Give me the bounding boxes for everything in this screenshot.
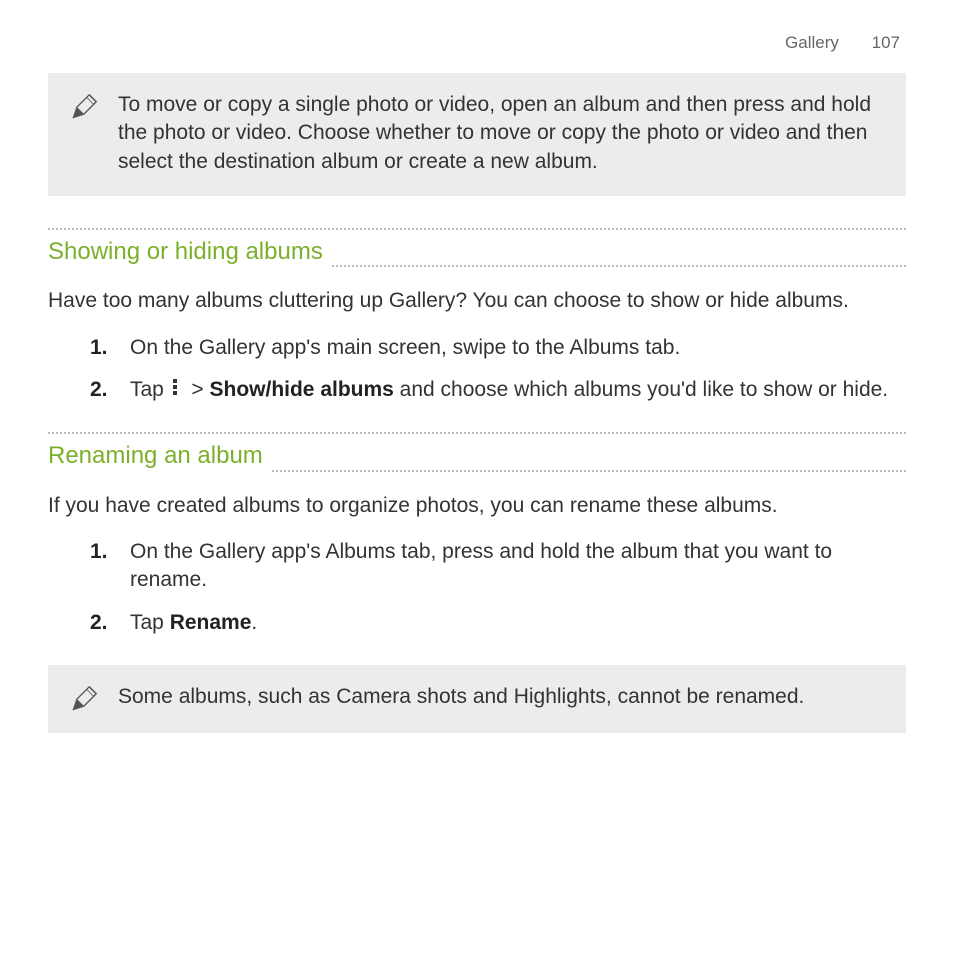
header-page-number: 107	[872, 33, 900, 52]
note-text: To move or copy a single photo or video,…	[118, 91, 884, 176]
section-renaming: Renaming an album	[48, 432, 906, 477]
section2-steps: 1. On the Gallery app's Albums tab, pres…	[48, 538, 906, 637]
section1-intro: Have too many albums cluttering up Galle…	[48, 287, 906, 315]
list-item: 2. Tap Rename.	[90, 609, 906, 637]
list-item: 1. On the Gallery app's main screen, swi…	[90, 334, 906, 362]
pencil-icon	[70, 93, 98, 121]
section-title: Showing or hiding albums	[48, 230, 331, 273]
header-section: Gallery	[785, 33, 839, 52]
step-number: 1.	[90, 334, 108, 362]
note-box-rename-limit: Some albums, such as Camera shots and Hi…	[48, 665, 906, 733]
step-text-pre: Tap	[130, 378, 170, 401]
step-text-post: and choose which albums you'd like to sh…	[394, 378, 888, 401]
step-text-bold: Show/hide albums	[209, 378, 393, 401]
step-number: 2.	[90, 609, 108, 637]
step-number: 2.	[90, 376, 108, 404]
pencil-icon	[70, 685, 98, 713]
step-text: On the Gallery app's Albums tab, press a…	[130, 540, 832, 591]
list-item: 1. On the Gallery app's Albums tab, pres…	[90, 538, 906, 595]
step-text: On the Gallery app's main screen, swipe …	[130, 336, 680, 359]
section-title: Renaming an album	[48, 434, 271, 477]
step-text-post: .	[251, 611, 257, 634]
page-header: Gallery 107	[48, 32, 906, 55]
section2-intro: If you have created albums to organize p…	[48, 492, 906, 520]
overflow-menu-icon	[170, 377, 180, 397]
note-text: Some albums, such as Camera shots and Hi…	[118, 683, 884, 713]
section1-steps: 1. On the Gallery app's main screen, swi…	[48, 334, 906, 405]
step-text-bold: Rename	[170, 611, 252, 634]
section-showing-hiding: Showing or hiding albums	[48, 228, 906, 273]
note-box-move-copy: To move or copy a single photo or video,…	[48, 73, 906, 196]
list-item: 2. Tap > Show/hide albums and choose whi…	[90, 376, 906, 404]
step-number: 1.	[90, 538, 108, 566]
step-text-pre: Tap	[130, 611, 170, 634]
